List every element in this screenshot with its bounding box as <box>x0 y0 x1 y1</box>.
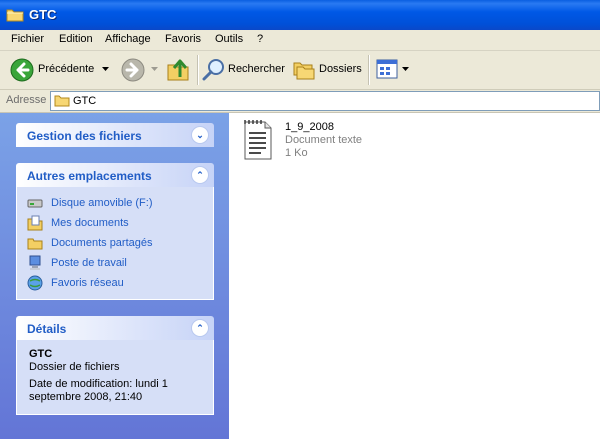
file-management-title: Gestion des fichiers <box>27 129 142 143</box>
views-button[interactable] <box>374 51 410 89</box>
file-size: 1 Ko <box>285 147 308 159</box>
shared-folder-icon <box>27 238 43 250</box>
forward-button[interactable] <box>119 51 161 89</box>
address-bar: Adresse GTC <box>0 90 600 113</box>
file-type: Document texte <box>285 134 363 146</box>
place-label: Mes documents <box>51 217 129 229</box>
place-label: Documents partagés <box>51 237 153 249</box>
dropdown-arrow-icon[interactable] <box>102 67 109 72</box>
search-label: Rechercher <box>228 63 285 75</box>
back-label: Précédente <box>38 63 95 75</box>
address-label: Adresse <box>6 94 47 106</box>
details-name: GTC <box>29 348 53 360</box>
folder-icon <box>54 95 70 107</box>
folders-label: Dossiers <box>319 63 362 75</box>
place-label: Disque amovible (F:) <box>51 197 153 209</box>
title-bar: GTC <box>0 0 600 30</box>
my-documents-icon <box>27 215 43 231</box>
details-body: GTC Dossier de fichiers Date de modifica… <box>16 340 214 415</box>
network-icon <box>27 275 43 291</box>
folders-icon <box>293 62 315 80</box>
computer-icon <box>29 255 41 270</box>
back-button[interactable]: Précédente <box>8 51 110 89</box>
up-folder-icon <box>167 59 189 81</box>
place-label: Poste de travail <box>51 257 127 269</box>
file-item[interactable]: 1_9_2008 Document texte 1 Ko <box>239 117 399 165</box>
file-name: 1_9_2008 <box>285 121 334 133</box>
task-pane: Gestion des fichiers ⌄ Autres emplacemen… <box>0 113 229 439</box>
back-arrow-icon <box>10 58 34 82</box>
views-icon <box>376 59 398 79</box>
menu-help[interactable]: ? <box>257 33 263 45</box>
search-icon <box>202 59 224 81</box>
address-value: GTC <box>73 95 97 107</box>
other-places-body: Disque amovible (F:) Mes documents Docum… <box>16 187 214 300</box>
up-folder-button[interactable] <box>166 51 192 89</box>
text-document-icon <box>244 120 272 160</box>
dropdown-arrow-icon <box>151 67 158 71</box>
removable-disk-icon <box>27 199 43 208</box>
other-places-header[interactable]: Autres emplacements ⌃ <box>16 163 214 187</box>
menu-edition[interactable]: Edition <box>59 33 93 45</box>
other-places-title: Autres emplacements <box>27 169 152 183</box>
collapse-chevron-icon[interactable]: ⌃ <box>191 319 209 337</box>
folders-button[interactable]: Dossiers <box>292 51 364 89</box>
dropdown-arrow-icon[interactable] <box>402 67 409 72</box>
expand-chevron-icon[interactable]: ⌄ <box>191 126 209 144</box>
details-header[interactable]: Détails ⌃ <box>16 316 214 340</box>
details-type: Dossier de fichiers <box>29 361 120 373</box>
search-button[interactable]: Rechercher <box>202 51 286 89</box>
menu-favoris[interactable]: Favoris <box>165 33 201 45</box>
toolbar: Précédente Rechercher Dossiers <box>0 51 600 90</box>
details-modified: Date de modification: lundi 1 septembre … <box>29 378 168 403</box>
collapse-chevron-icon[interactable]: ⌃ <box>191 166 209 184</box>
file-management-header[interactable]: Gestion des fichiers ⌄ <box>16 123 214 147</box>
details-title: Détails <box>27 322 67 336</box>
menu-bar: Fichier Edition Affichage Favoris Outils… <box>0 30 600 51</box>
address-input[interactable]: GTC <box>50 91 600 111</box>
window-title: GTC <box>29 7 57 22</box>
file-view: 1_9_2008 Document texte 1 Ko <box>229 113 600 439</box>
menu-affichage[interactable]: Affichage <box>105 33 151 45</box>
place-label: Favoris réseau <box>51 277 124 289</box>
menu-fichier[interactable]: Fichier <box>11 33 44 45</box>
menu-outils[interactable]: Outils <box>215 33 243 45</box>
folder-icon <box>6 9 24 22</box>
forward-arrow-icon <box>121 58 145 82</box>
